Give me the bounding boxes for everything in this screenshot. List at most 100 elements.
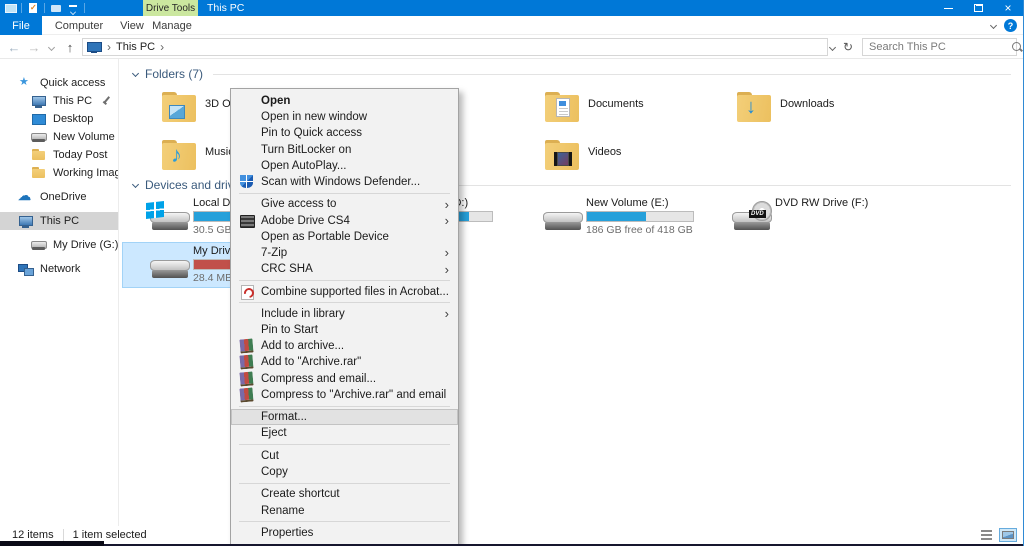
blank-icon xyxy=(238,449,261,463)
menu-item-pin-to-start[interactable]: Pin to Start xyxy=(231,322,458,338)
menu-item-compress-to-archive-rar-and-email[interactable]: Compress to "Archive.rar" and email xyxy=(231,387,458,403)
acrobat-icon xyxy=(238,285,261,299)
sidebar-item-label: Network xyxy=(40,263,80,275)
breadcrumb-this-pc[interactable]: This PC xyxy=(116,41,155,53)
large-icons-view-icon[interactable] xyxy=(999,528,1017,542)
menu-item-open-autoplay[interactable]: Open AutoPlay... xyxy=(231,158,458,174)
forward-button[interactable]: → xyxy=(24,35,44,59)
search-box xyxy=(862,38,1017,56)
desktop-icon xyxy=(31,112,47,126)
folder-tile-documents[interactable]: Documents xyxy=(545,92,730,122)
collapse-chevron-icon[interactable] xyxy=(132,69,139,76)
menu-item-label: Add to "Archive.rar" xyxy=(261,356,361,368)
doc-glyph-icon xyxy=(556,98,570,117)
sidebar-item-new-volume-d[interactable]: New Volume (D:) xyxy=(0,128,118,146)
breadcrumb-chevron-icon[interactable]: › xyxy=(155,40,169,54)
status-bar: 12 items 1 item selected xyxy=(0,526,1023,544)
tab-computer[interactable]: Computer xyxy=(50,16,108,35)
search-icon[interactable] xyxy=(1011,41,1024,54)
menu-item-cut[interactable]: Cut xyxy=(231,448,458,464)
folder-tile-videos[interactable]: Videos xyxy=(545,140,730,170)
minimize-button[interactable] xyxy=(933,0,963,16)
menu-item-rename[interactable]: Rename xyxy=(231,502,458,518)
menu-item-create-shortcut[interactable]: Create shortcut xyxy=(231,486,458,502)
menu-item-compress-and-email[interactable]: Compress and email... xyxy=(231,371,458,387)
menu-item-7-zip[interactable]: 7-Zip› xyxy=(231,245,458,261)
up-button[interactable]: ↑ xyxy=(60,35,80,59)
menu-item-copy[interactable]: Copy xyxy=(231,464,458,480)
tab-view[interactable]: View xyxy=(112,16,152,35)
menu-item-add-to-archive-rar[interactable]: Add to "Archive.rar" xyxy=(231,354,458,370)
menu-item-scan-with-windows-defender[interactable]: Scan with Windows Defender... xyxy=(231,174,458,190)
sidebar-item-desktop[interactable]: Desktop xyxy=(0,110,118,128)
properties-qat-icon[interactable] xyxy=(27,3,39,14)
drive-tools-contextual-tab[interactable]: Drive Tools xyxy=(143,0,198,16)
close-button[interactable]: × xyxy=(993,0,1023,16)
menu-item-turn-bitlocker-on[interactable]: Turn BitLocker on xyxy=(231,142,458,158)
collapse-chevron-icon[interactable] xyxy=(132,180,139,187)
submenu-arrow-icon: › xyxy=(445,262,449,277)
sidebar-item-this-pc[interactable]: This PC xyxy=(0,92,118,110)
recent-locations-chevron-icon[interactable] xyxy=(44,35,58,59)
maximize-button[interactable] xyxy=(963,0,993,16)
breadcrumb[interactable]: › This PC › xyxy=(82,38,828,56)
menu-item-pin-to-quick-access[interactable]: Pin to Quick access xyxy=(231,125,458,141)
menu-item-include-in-library[interactable]: Include in library› xyxy=(231,306,458,322)
menu-item-open-in-new-window[interactable]: Open in new window xyxy=(231,109,458,125)
drive-text: DVD RW Drive (F:) xyxy=(775,197,868,240)
menu-item-adobe-drive-cs4[interactable]: Adobe Drive CS4› xyxy=(231,213,458,229)
winrar-icon xyxy=(238,372,261,386)
sidebar-item-quick-access[interactable]: Quick access xyxy=(0,74,118,92)
sidebar-item-network[interactable]: Network xyxy=(0,260,118,278)
sidebar-item-my-drive-g[interactable]: My Drive (G:) xyxy=(0,236,118,254)
menu-item-give-access-to[interactable]: Give access to› xyxy=(231,196,458,212)
group-header-folders[interactable]: Folders (7) xyxy=(133,67,1011,81)
this-pc-system-icon[interactable] xyxy=(4,3,16,14)
sidebar-item-this-pc[interactable]: This PC xyxy=(0,212,118,230)
divider xyxy=(44,3,45,13)
drive-tile-new-volume-e[interactable]: New Volume (E:)186 GB free of 418 GB xyxy=(515,194,727,240)
monitor-icon xyxy=(31,94,47,108)
blank-icon xyxy=(238,197,261,211)
breadcrumb-chevron-icon[interactable]: › xyxy=(102,40,116,54)
menu-item-label: Create shortcut xyxy=(261,488,340,500)
expand-ribbon-chevron-icon[interactable] xyxy=(990,22,997,29)
menu-item-open[interactable]: Open xyxy=(231,93,458,109)
sidebar-item-label: Working Images xyxy=(53,167,119,179)
menu-item-open-as-portable-device[interactable]: Open as Portable Device xyxy=(231,229,458,245)
details-view-icon[interactable] xyxy=(977,528,995,542)
menu-item-properties[interactable]: Properties xyxy=(231,525,458,541)
search-input[interactable] xyxy=(863,41,1011,53)
drive-tile-dvd-rw-drive-f[interactable]: DVD RW Drive (F:) xyxy=(704,194,916,240)
close-icon: × xyxy=(1004,2,1011,14)
sidebar-item-working-images[interactable]: Working Images xyxy=(0,164,118,182)
blank-icon xyxy=(238,159,261,173)
menu-item-format[interactable]: Format... xyxy=(231,409,458,425)
new-folder-qat-icon[interactable] xyxy=(50,3,62,14)
customize-qat-chevron-icon[interactable] xyxy=(67,3,79,14)
menu-item-label: Pin to Quick access xyxy=(261,127,362,139)
folder-icon: ♪ xyxy=(162,140,196,170)
menu-separator xyxy=(239,444,450,445)
menu-item-combine-supported-files-in-acrobat[interactable]: Combine supported files in Acrobat... xyxy=(231,283,458,299)
sidebar-item-today-post[interactable]: Today Post xyxy=(0,146,118,164)
folder-tile-downloads[interactable]: ↓Downloads xyxy=(737,92,922,122)
tab-file[interactable]: File xyxy=(0,16,42,35)
monitor-icon xyxy=(18,214,34,228)
maximize-icon xyxy=(974,5,982,12)
blank-icon xyxy=(238,126,261,140)
menu-item-eject[interactable]: Eject xyxy=(231,425,458,441)
menu-item-crc-sha[interactable]: CRC SHA› xyxy=(231,261,458,277)
back-button[interactable]: ← xyxy=(4,35,24,59)
sidebar-item-label: My Drive (G:) xyxy=(53,239,118,251)
menu-item-add-to-archive[interactable]: Add to archive... xyxy=(231,338,458,354)
menu-item-label: Compress and email... xyxy=(261,373,376,385)
submenu-arrow-icon: › xyxy=(445,245,449,260)
help-icon[interactable]: ? xyxy=(1004,19,1017,32)
address-dropdown-chevron-icon[interactable] xyxy=(829,43,836,50)
blank-icon xyxy=(238,230,261,244)
refresh-icon[interactable]: ↻ xyxy=(843,40,853,54)
window-controls: × xyxy=(933,0,1023,16)
tab-manage[interactable]: Manage xyxy=(148,16,196,35)
sidebar-item-onedrive[interactable]: OneDrive xyxy=(0,188,118,206)
